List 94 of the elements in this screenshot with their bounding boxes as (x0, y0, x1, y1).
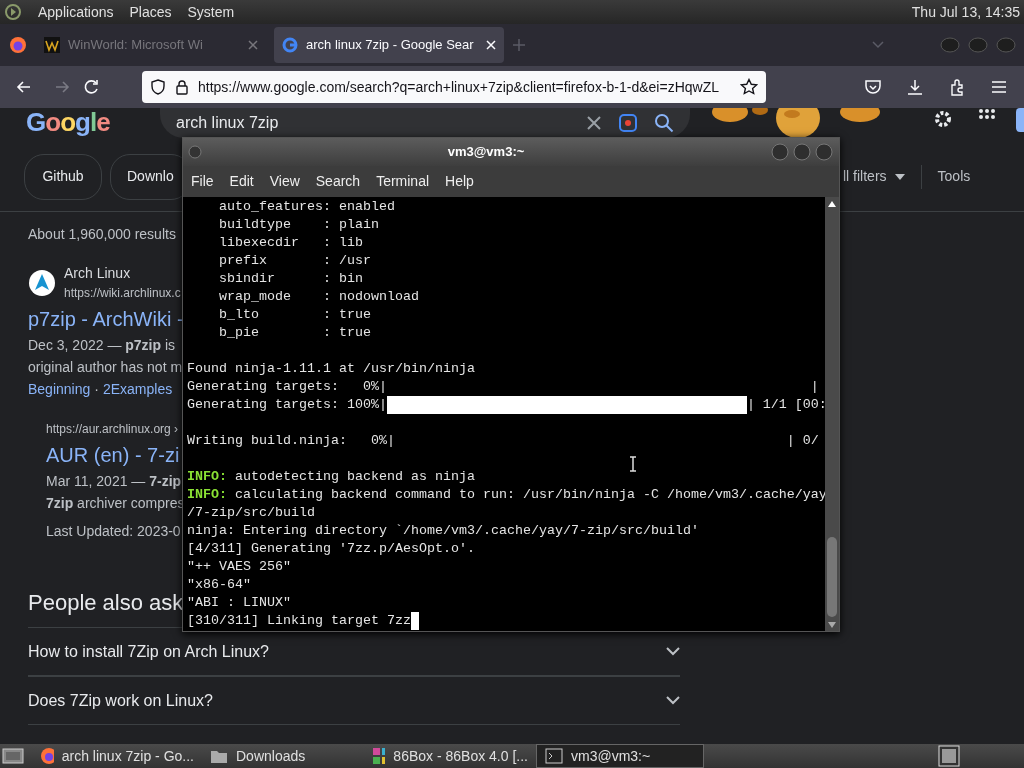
menu-icon[interactable] (990, 78, 1008, 96)
terminal-line: "++ VAES 256" (187, 558, 292, 576)
taskbar-item[interactable]: arch linux 7zip - Go... (32, 744, 202, 768)
panel-menu[interactable]: Places (129, 1, 172, 23)
terminal-line: Found ninja-1.11.1 at /usr/bin/ninja (187, 360, 476, 378)
terminal-line: /7-zip/src/build (187, 504, 316, 522)
panel-menu[interactable]: System (187, 1, 235, 23)
terminal-line: libexecdir : lib (218, 234, 364, 252)
separator-dot: · (94, 380, 99, 399)
lens-icon[interactable] (618, 113, 638, 133)
result-title-link[interactable]: AUR (en) - 7-zi (46, 442, 180, 468)
section-heading: People also ask (28, 589, 184, 617)
terminal-text: Generating targets: 100%| (187, 397, 387, 412)
filter-chip[interactable]: Github (24, 153, 102, 200)
site-url: https://wiki.archlinux.c (64, 285, 181, 302)
filter-menu[interactable]: ll filters (843, 166, 905, 187)
scrollbar[interactable] (825, 197, 839, 631)
taskbar-item[interactable]: vm3@vm3:~ (536, 744, 704, 768)
firefox-icon (40, 747, 54, 765)
last-updated: Last Updated: 2023-0 (46, 522, 181, 541)
scroll-up-icon[interactable] (827, 200, 837, 208)
terminal-line: prefix : /usr (218, 252, 372, 270)
terminal-text: | 1/1 [00: (746, 397, 825, 412)
site-url: https://aur.archlinux.org › (46, 421, 179, 438)
panel-menu[interactable]: Applications (38, 1, 114, 23)
chevron-down-icon (666, 647, 680, 656)
result-count: About 1,960,000 results (28, 225, 176, 244)
terminal-line: b_lto : true (218, 306, 372, 324)
menu-item[interactable]: File (191, 171, 214, 192)
emulator-icon (372, 747, 386, 765)
google-logo[interactable]: Google (26, 108, 160, 136)
sign-in-button[interactable] (1016, 108, 1024, 132)
window-control-icon[interactable] (813, 143, 835, 161)
menu-item[interactable]: Help (445, 171, 474, 192)
terminal-line: ninja: Entering directory `/home/vm3/.cache/yay/7-zip/src/build' (187, 522, 700, 540)
terminal-line: "ABI : LINUX" (187, 594, 292, 612)
info-label: INFO: (187, 487, 227, 502)
window-menu-icon[interactable] (187, 144, 203, 160)
tools-menu[interactable]: Tools (937, 166, 971, 187)
download-icon[interactable] (906, 78, 924, 96)
terminal-line: [310/311] Linking target 7zz (187, 613, 411, 628)
menu-item[interactable]: Search (315, 171, 361, 192)
favicon-icon (44, 37, 60, 53)
menu-item[interactable]: View (269, 171, 300, 192)
result-snippet: Dec 3, 2022 — p7zip is (28, 336, 176, 355)
terminal-line: [4/311] Generating '7zz.p/AesOpt.o'. (187, 540, 476, 558)
pocket-icon[interactable] (864, 78, 882, 96)
terminal-line: Generating targets: 0%| | (187, 378, 820, 396)
terminal-line: "x86-64" (187, 576, 252, 594)
sitelink[interactable]: Beginning (28, 378, 91, 400)
show-desktop-icon[interactable] (2, 747, 24, 765)
terminal-text: autodetecting backend as ninja (234, 469, 475, 484)
terminal-line: wrap_mode : nodownload (218, 288, 420, 306)
settings-icon[interactable] (932, 108, 954, 130)
window-title: vm3@vm3:~ (446, 143, 526, 162)
menu-logo-icon[interactable] (4, 3, 22, 21)
menu-item[interactable]: Edit (229, 171, 254, 192)
favicon-icon (282, 37, 298, 53)
terminal-line: buildtype : plain (218, 216, 380, 234)
workspace-switcher-icon[interactable] (938, 745, 960, 767)
terminal-icon (545, 748, 563, 764)
question-row[interactable]: Does 7Zip work on Linux? (28, 676, 680, 725)
clear-icon[interactable] (586, 115, 602, 131)
menu-item[interactable]: Terminal (376, 171, 430, 192)
search-icon[interactable] (654, 113, 674, 133)
browser-tab[interactable]: arch linux 7zip - Google Sear (274, 27, 504, 63)
taskbar-item[interactable]: 86Box - 86Box 4.0 [... (364, 744, 536, 768)
info-label: INFO: (187, 469, 227, 484)
address-bar[interactable]: https://www.google.com/search?q=arch+linux+7zip&client=firefox-b-1-d&ei=zHqwZL (142, 71, 766, 103)
site-name: Arch Linux (64, 264, 131, 283)
search-field[interactable]: arch linux 7zip (160, 108, 690, 138)
folder-icon (210, 748, 228, 764)
taskbar-item[interactable]: Downloads (202, 744, 364, 768)
terminal-line: b_pie : true (218, 324, 372, 342)
result-snippet: Mar 11, 2021 — 7-zip (46, 472, 182, 491)
caret-icon (894, 173, 905, 180)
star-icon[interactable] (740, 78, 758, 96)
extensions-icon[interactable] (948, 78, 966, 96)
terminal-line: auto_features: enabled (218, 198, 396, 216)
result-snippet: original author has not m (28, 358, 183, 377)
shield-icon (150, 79, 166, 95)
firefox-icon[interactable] (8, 35, 28, 55)
terminal-line: sbindir : bin (218, 270, 364, 288)
chevron-down-icon (666, 696, 680, 705)
sitelink[interactable]: 2Examples (102, 378, 173, 400)
window-control-icon[interactable] (769, 143, 791, 161)
text-cursor-icon (628, 456, 638, 472)
scroll-thumb[interactable] (827, 537, 837, 617)
scroll-down-icon[interactable] (827, 621, 837, 629)
clock: Thu Jul 13, 14:35 (911, 2, 1020, 22)
terminal-line: Writing build.ninja: 0%| | 0/ (187, 432, 820, 450)
lock-icon (174, 79, 190, 95)
window-control-icon[interactable] (791, 143, 813, 161)
site-logo-icon (28, 268, 56, 297)
